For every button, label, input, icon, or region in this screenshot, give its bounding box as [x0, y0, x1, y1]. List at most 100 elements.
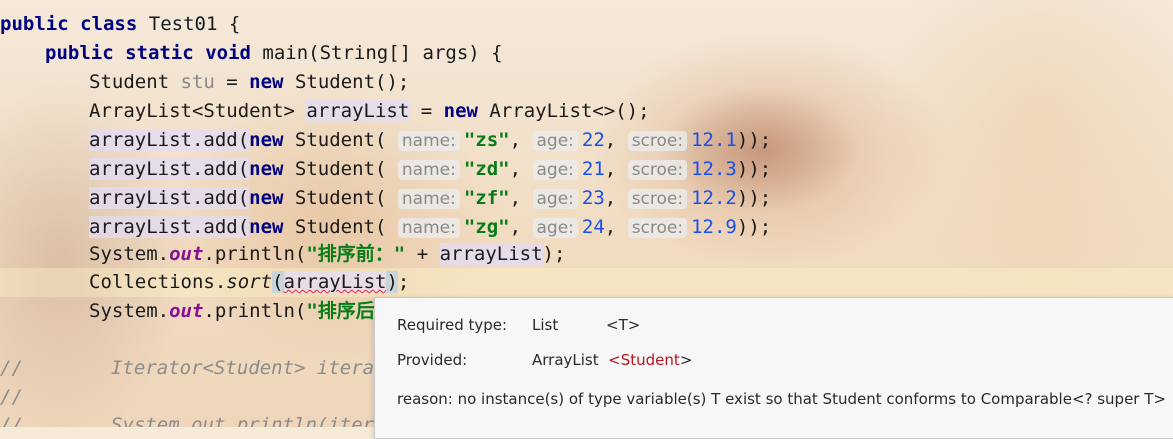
required-type-value: List: [532, 316, 559, 334]
class-ref: System.: [89, 300, 170, 322]
number-literal: 12.3: [691, 158, 737, 180]
static-method: sort: [226, 271, 273, 293]
code-line-add[interactable]: arrayList.add(new Student( name: "zf", ag…: [89, 184, 771, 213]
param-hint-scroe: scroe:: [627, 160, 688, 180]
class-name: Test01 {: [148, 13, 241, 35]
variable-arraylist: arrayList: [439, 243, 543, 265]
assign-op: =: [214, 71, 250, 93]
code-line-arraylist[interactable]: ArrayList<Student> arrayList = new Array…: [89, 97, 650, 126]
comment-text: System.out.println(itera: [111, 414, 386, 427]
param-hint-age: age:: [532, 218, 578, 238]
error-tooltip[interactable]: Required type: List <T> Provided: ArrayL…: [374, 297, 1173, 439]
number-literal: 12.1: [691, 129, 737, 151]
keyword: class: [80, 13, 138, 35]
code-line-println-before[interactable]: System.out.println("排序前：" + arrayList);: [89, 240, 565, 269]
keyword: void: [205, 42, 251, 64]
method-signature: main(String[] args) {: [262, 42, 503, 64]
provided-label: Provided:: [397, 351, 468, 369]
constructor-call: Student(: [283, 129, 387, 151]
provided-type: ArrayList: [532, 351, 599, 369]
closing-parens: ));: [736, 129, 772, 151]
param-hint-age: age:: [532, 131, 578, 151]
variable-arraylist: arrayList: [306, 100, 410, 122]
code-line-add[interactable]: arrayList.add(new Student( name: "zd", ag…: [89, 155, 771, 184]
type-name: Student: [89, 71, 181, 93]
param-hint-name: name:: [397, 160, 460, 180]
closing-parens: ));: [736, 216, 772, 238]
keyword: public: [45, 42, 114, 64]
comment-slash: //: [0, 386, 23, 408]
class-ref: Collections.: [89, 271, 227, 293]
type-name: ArrayList<Student>: [89, 100, 307, 122]
keyword: public: [0, 13, 69, 35]
keyword: new: [249, 158, 284, 180]
param-hint-scroe: scroe:: [627, 218, 688, 238]
closing-parens: ));: [736, 158, 772, 180]
keyword: new: [249, 71, 284, 93]
reason-text: reason: no instance(s) of type variable(…: [397, 390, 1166, 408]
param-hint-name: name:: [397, 189, 460, 209]
comment-slash: //: [0, 357, 23, 379]
variable-arraylist: arrayList.add(: [89, 158, 250, 180]
concat-op: +: [405, 243, 440, 265]
closing-parens: ));: [736, 187, 772, 209]
constructor-call: Student();: [283, 71, 410, 93]
code-line-student[interactable]: Student stu = new Student();: [89, 68, 409, 97]
constructor-call: Student(: [283, 158, 387, 180]
number-literal: 21: [581, 158, 605, 180]
comment-line[interactable]: //: [0, 354, 23, 383]
code-line-sort[interactable]: Collections.sort(arrayList);: [89, 268, 409, 297]
open-paren: (: [272, 271, 284, 293]
comment-line[interactable]: Iterator<Student> iterat: [111, 354, 386, 383]
number-literal: 24: [581, 216, 605, 238]
number-literal: 22: [581, 129, 605, 151]
comment-line[interactable]: //: [0, 383, 23, 412]
keyword: new: [249, 187, 284, 209]
comment-line[interactable]: System.out.println(itera: [111, 411, 386, 427]
constructor-call: ArrayList<>();: [477, 100, 650, 122]
string-literal: "zf": [463, 187, 510, 209]
required-type-param: <T>: [606, 316, 641, 334]
static-field: out: [169, 300, 204, 322]
semicolon: ;: [397, 271, 410, 293]
keyword: new: [443, 100, 478, 122]
keyword: new: [249, 129, 284, 151]
class-ref: System.: [89, 243, 170, 265]
variable-arraylist: arrayList.add(: [89, 187, 250, 209]
number-literal: 12.2: [691, 187, 737, 209]
code-line-add[interactable]: arrayList.add(new Student( name: "zs", ag…: [89, 126, 771, 155]
string-literal: "排序前：": [306, 243, 406, 265]
param-hint-scroe: scroe:: [627, 189, 688, 209]
close-paren: ): [386, 271, 398, 293]
error-argument: arrayList: [283, 271, 387, 293]
required-type-label: Required type:: [397, 316, 508, 334]
number-literal: 23: [581, 187, 605, 209]
comment-line[interactable]: //: [0, 411, 23, 427]
param-hint-name: name:: [397, 218, 460, 238]
keyword: static: [125, 42, 194, 64]
constructor-call: Student(: [283, 187, 387, 209]
param-hint-age: age:: [532, 189, 578, 209]
comment-text: Iterator<Student> iterat: [111, 357, 386, 379]
provided-value: ArrayList <Student>: [532, 351, 692, 369]
param-hint-age: age:: [532, 160, 578, 180]
param-hint-scroe: scroe:: [627, 131, 688, 151]
code-line-class[interactable]: public class Test01 {: [0, 10, 240, 39]
keyword: new: [249, 216, 284, 238]
constructor-call: Student(: [283, 216, 387, 238]
comment-slash: //: [0, 414, 23, 427]
provided-gt: >: [679, 351, 693, 369]
string-literal: "zg": [463, 216, 510, 238]
code-line-add[interactable]: arrayList.add(new Student( name: "zg", ag…: [89, 213, 771, 242]
method-call: .println(: [203, 300, 307, 322]
provided-param: Student: [620, 351, 680, 369]
closing-paren: );: [542, 243, 566, 265]
string-literal: "zs": [463, 129, 510, 151]
code-line-main[interactable]: public static void main(String[] args) {: [45, 39, 503, 68]
code-line-println-after[interactable]: System.out.println("排序后: [89, 297, 375, 326]
param-hint-name: name:: [397, 131, 460, 151]
number-literal: 12.9: [691, 216, 737, 238]
provided-lt: <: [608, 351, 621, 369]
variable-arraylist: arrayList.add(: [89, 216, 250, 238]
method-call: .println(: [203, 243, 307, 265]
